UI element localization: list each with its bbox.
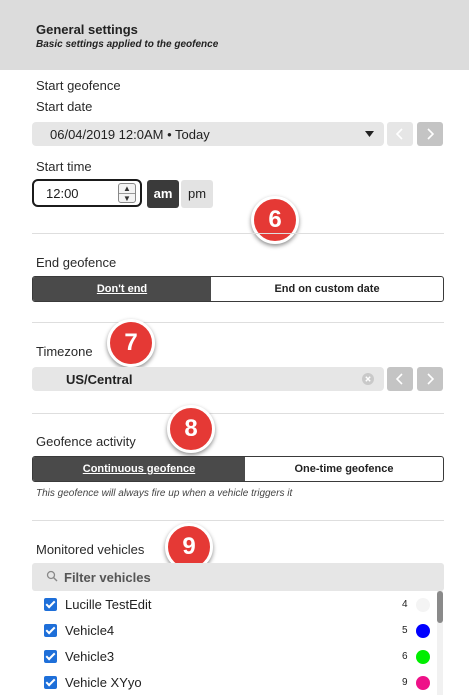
chevron-left-icon [395, 373, 403, 385]
geofence-activity-label: Geofence activity [36, 434, 136, 449]
stepper-up-icon[interactable]: ▲ [119, 184, 135, 193]
divider [32, 322, 444, 323]
vehicle-color-dot [416, 598, 430, 612]
start-time-label: Start time [36, 159, 92, 174]
divider [32, 413, 444, 414]
start-geofence-label: Start geofence [36, 78, 121, 93]
divider [32, 520, 444, 521]
continuous-geofence-option[interactable]: Continuous geofence [33, 457, 245, 481]
end-geofence-label: End geofence [36, 255, 117, 270]
page-subtitle: Basic settings applied to the geofence [36, 39, 219, 50]
start-date-select[interactable]: 06/04/2019 12:0AM • Today [32, 122, 384, 146]
vehicle-color-dot [416, 624, 430, 638]
filter-vehicles-input[interactable]: Filter vehicles [32, 563, 444, 591]
end-on-custom-date-option[interactable]: End on custom date [211, 277, 443, 301]
vehicle-name: Vehicle4 [65, 623, 115, 638]
vehicle-color-dot [416, 650, 430, 664]
timezone-value: US/Central [66, 372, 133, 387]
stepper-down-icon[interactable]: ▼ [119, 193, 135, 203]
checkbox-checked-icon[interactable] [44, 676, 57, 689]
search-icon [46, 570, 58, 582]
page-title: General settings [36, 22, 138, 37]
start-time-value: 12:00 [46, 186, 79, 201]
start-date-next-button[interactable] [417, 122, 443, 146]
checkbox-checked-icon[interactable] [44, 650, 57, 663]
vehicle-row[interactable]: Vehicle4 5 [44, 619, 434, 643]
checkbox-checked-icon[interactable] [44, 624, 57, 637]
geofence-activity-toggle: Continuous geofence One-time geofence [32, 456, 444, 482]
timezone-select[interactable]: US/Central [32, 367, 384, 391]
vehicle-row[interactable]: Lucille TestEdit 4 [44, 593, 434, 617]
vehicle-count: 6 [402, 651, 408, 662]
timezone-next-button[interactable] [417, 367, 443, 391]
chevron-right-icon [427, 373, 435, 385]
vehicle-name: Vehicle3 [65, 649, 115, 664]
timezone-prev-button[interactable] [387, 367, 413, 391]
vehicle-count: 9 [402, 677, 408, 688]
start-date-value: 06/04/2019 12:0AM • Today [50, 127, 210, 142]
dont-end-option[interactable]: Don't end [33, 277, 211, 301]
filter-vehicles-placeholder: Filter vehicles [64, 570, 151, 585]
settings-header: General settings Basic settings applied … [0, 0, 469, 70]
pm-toggle[interactable]: pm [181, 180, 213, 208]
clear-icon[interactable] [362, 373, 374, 385]
start-time-input[interactable]: 12:00 ▲ ▼ [32, 179, 142, 207]
start-date-prev-button[interactable] [387, 122, 413, 146]
timezone-label: Timezone [36, 344, 93, 359]
annotation-badge-8: 8 [167, 405, 215, 453]
annotation-badge-6: 6 [251, 196, 299, 244]
time-stepper[interactable]: ▲ ▼ [118, 183, 136, 203]
vehicle-count: 4 [402, 599, 408, 610]
vehicles-scrollbar-thumb[interactable] [437, 591, 443, 623]
vehicle-name: Vehicle XYyo [65, 675, 142, 690]
vehicle-row[interactable]: Vehicle3 6 [44, 645, 434, 669]
annotation-badge-7: 7 [107, 319, 155, 367]
divider [32, 233, 444, 234]
vehicle-name: Lucille TestEdit [65, 597, 152, 612]
am-toggle[interactable]: am [147, 180, 179, 208]
start-date-label: Start date [36, 99, 93, 114]
vehicle-row[interactable]: Vehicle XYyo 9 [44, 671, 434, 695]
chevron-right-icon [427, 128, 435, 140]
vehicle-count: 5 [402, 625, 408, 636]
checkbox-checked-icon[interactable] [44, 598, 57, 611]
chevron-left-icon [395, 128, 403, 140]
caret-down-icon [365, 131, 374, 137]
monitored-vehicles-label: Monitored vehicles [36, 542, 145, 557]
geofence-activity-hint: This geofence will always fire up when a… [36, 488, 293, 499]
vehicle-color-dot [416, 676, 430, 690]
end-geofence-toggle: Don't end End on custom date [32, 276, 444, 302]
one-time-geofence-option[interactable]: One-time geofence [245, 457, 443, 481]
